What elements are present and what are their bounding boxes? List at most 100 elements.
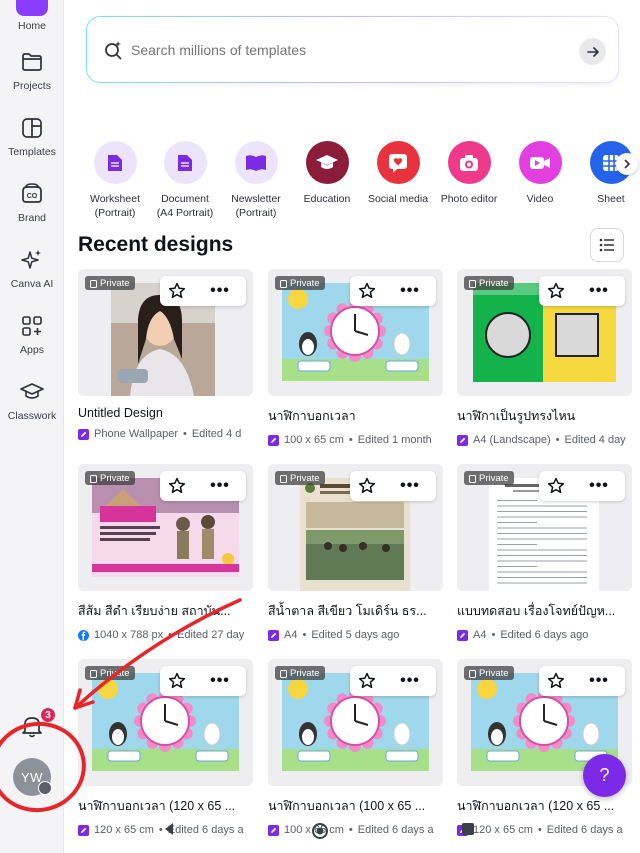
category-worksheet[interactable]: Worksheet (Portrait): [78, 141, 152, 220]
design-title[interactable]: สีส้ม สีดำ เรียบง่าย สถาบัน...: [78, 601, 253, 621]
design-card[interactable]: Private ••• นาฬิกาบอกเวลา (120 x 65 ... …: [78, 659, 253, 836]
chevron-right-icon: [624, 159, 631, 169]
design-card[interactable]: Private ••• นาฬิกาบอกเวลา (120 x 65 ... …: [457, 659, 632, 836]
design-thumbnail[interactable]: Private •••: [268, 659, 443, 786]
help-button[interactable]: ?: [583, 754, 626, 797]
lock-icon: [90, 670, 97, 678]
design-title[interactable]: สีน้ำตาล สีเขียว โมเดิร์น ธร...: [268, 601, 443, 621]
star-button[interactable]: [539, 471, 573, 501]
more-options-button[interactable]: •••: [573, 276, 625, 306]
star-icon: [547, 477, 565, 494]
more-options-button[interactable]: •••: [194, 276, 246, 306]
arrow-right-icon: [586, 46, 599, 57]
design-edited: Edited 1 month: [357, 434, 432, 446]
sidebar-item-templates[interactable]: Templates: [0, 114, 64, 158]
search-input[interactable]: [131, 41, 551, 58]
design-title[interactable]: นาฬิกาบอกเวลา: [268, 406, 443, 426]
star-icon: [358, 477, 376, 494]
sidebar-item-classwork[interactable]: Classwork: [0, 378, 64, 422]
card-actions: •••: [350, 666, 436, 696]
brand-icon: CO: [18, 180, 46, 208]
star-button[interactable]: [539, 666, 573, 696]
heart-chat-icon: [376, 141, 420, 184]
category-newsletter[interactable]: Newsletter (Portrait): [219, 141, 293, 220]
design-title[interactable]: นาฬิกาบอกเวลา (100 x 65 ...: [268, 796, 443, 816]
design-card[interactable]: Private ••• Untitled Design Phone Wallpa…: [78, 269, 253, 440]
search-submit-button[interactable]: [579, 38, 606, 65]
category-social-media[interactable]: Social media: [361, 141, 435, 206]
design-type: 1040 x 788 px: [94, 629, 164, 641]
design-card[interactable]: Private ••• นาฬิกาเป็นรูปทรงไหน A4 (Land…: [457, 269, 632, 446]
design-thumbnail[interactable]: Private •••: [268, 269, 443, 396]
more-options-button[interactable]: •••: [384, 666, 436, 696]
graduation-cap-icon: [305, 141, 349, 184]
star-icon: [168, 282, 186, 299]
book-icon: [234, 141, 278, 184]
design-title[interactable]: Untitled Design: [78, 406, 253, 420]
star-button[interactable]: [350, 276, 384, 306]
star-button[interactable]: [160, 276, 194, 306]
design-thumbnail[interactable]: Private •••: [78, 659, 253, 786]
category-label: Photo editor: [440, 193, 498, 205]
design-card[interactable]: Private ••• สีส้ม สีดำ เรียบง่าย สถาบัน.…: [78, 464, 253, 641]
category-video[interactable]: Video: [503, 141, 577, 206]
private-badge: Private: [464, 666, 514, 680]
sidebar-item-label: Home: [17, 20, 46, 32]
design-type: 100 x 65 cm: [284, 434, 344, 446]
category-label: Video: [526, 193, 554, 205]
design-card[interactable]: Private ••• นาฬิกาบอกเวลา 100 x 65 cm • E…: [268, 269, 443, 446]
design-thumbnail[interactable]: Private •••: [268, 464, 443, 591]
star-button[interactable]: [539, 276, 573, 306]
home-circle-icon: [312, 823, 328, 839]
private-badge: Private: [85, 276, 135, 290]
design-thumbnail[interactable]: Private •••: [457, 269, 632, 396]
meta-separator: •: [302, 629, 307, 641]
design-title[interactable]: นาฬิกาเป็นรูปทรงไหน: [457, 406, 632, 426]
sidebar-item-canva-ai[interactable]: Canva AI: [0, 246, 64, 290]
star-button[interactable]: [350, 471, 384, 501]
category-photo-editor[interactable]: Photo editor: [432, 141, 506, 206]
design-title[interactable]: แบบทดสอบ เรื่องโจทย์ปัญห...: [457, 601, 632, 621]
list-view-toggle-button[interactable]: [590, 228, 624, 262]
more-options-button[interactable]: •••: [194, 471, 246, 501]
design-type: A4 (Landscape): [473, 434, 551, 446]
star-button[interactable]: [160, 666, 194, 696]
canva-app: Home Projects Templates CO Brand Canva A…: [0, 0, 640, 853]
categories-scroll-right-button[interactable]: [616, 153, 638, 175]
more-options-button[interactable]: •••: [384, 276, 436, 306]
design-meta: 120 x 65 cm • Edited 6 days a: [457, 824, 632, 836]
design-thumbnail[interactable]: Private •••: [78, 464, 253, 591]
quick-create-categories: Worksheet (Portrait) Document (A4 Portra…: [78, 141, 640, 231]
design-card[interactable]: Private ••• นาฬิกาบอกเวลา (100 x 65 ... …: [268, 659, 443, 836]
category-education[interactable]: Education: [290, 141, 364, 206]
more-options-button[interactable]: •••: [573, 666, 625, 696]
design-card[interactable]: Private ••• แบบทดสอบ เรื่องโจทย์ปัญห... …: [457, 464, 632, 641]
video-icon: [518, 141, 562, 184]
design-title[interactable]: นาฬิกาบอกเวลา (120 x 65 ...: [457, 796, 632, 816]
more-options-button[interactable]: •••: [194, 666, 246, 696]
design-type-icon: [268, 434, 279, 446]
more-options-button[interactable]: •••: [573, 471, 625, 501]
system-back-button[interactable]: [162, 822, 176, 836]
design-title[interactable]: นาฬิกาบอกเวลา (120 x 65 ...: [78, 796, 253, 816]
star-button[interactable]: [160, 471, 194, 501]
design-thumbnail[interactable]: Private •••: [457, 464, 632, 591]
category-document[interactable]: Document (A4 Portrait): [148, 141, 222, 220]
design-card[interactable]: Private ••• สีน้ำตาล สีเขียว โมเดิร์น ธร…: [268, 464, 443, 641]
meta-separator: •: [491, 629, 496, 641]
lock-icon: [280, 280, 287, 288]
star-button[interactable]: [350, 666, 384, 696]
sidebar-item-home[interactable]: Home: [0, 0, 64, 32]
star-icon: [358, 282, 376, 299]
design-meta: Phone Wallpaper • Edited 4 d: [78, 428, 253, 440]
system-recents-button[interactable]: [461, 822, 475, 836]
card-actions: •••: [160, 276, 246, 306]
system-home-button[interactable]: [311, 822, 329, 840]
design-thumbnail[interactable]: Private •••: [78, 269, 253, 396]
sidebar-item-brand[interactable]: CO Brand: [0, 180, 64, 224]
templates-icon: [18, 114, 46, 142]
more-options-button[interactable]: •••: [384, 471, 436, 501]
apps-icon: [18, 312, 46, 340]
sidebar-item-apps[interactable]: Apps: [0, 312, 64, 356]
sidebar-item-projects[interactable]: Projects: [0, 48, 64, 92]
